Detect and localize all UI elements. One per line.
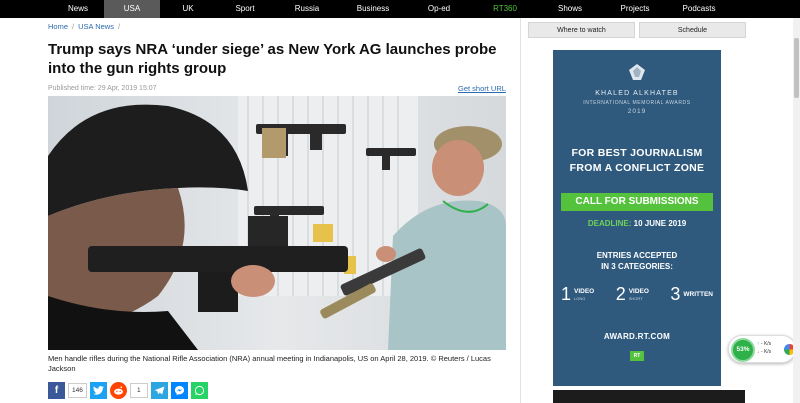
ad-headline: FOR BEST JOURNALISM FROM A CONFLICT ZONE (553, 146, 721, 176)
whatsapp-share-button[interactable] (190, 382, 208, 399)
download-rate: - K/s (760, 349, 772, 355)
telegram-icon (154, 386, 165, 395)
twitter-icon (92, 386, 104, 395)
column-divider (520, 18, 521, 403)
nav-item-op-ed[interactable]: Op-ed (406, 0, 472, 18)
ad-category-1: 1 VIDEO LONG (561, 284, 594, 305)
ad-category-1-label: VIDEO LONG (574, 288, 594, 302)
photo-caption: Men handle rifles during the National Ri… (48, 354, 491, 373)
twitter-share-button[interactable] (89, 382, 107, 399)
get-short-url-link[interactable]: Get short URL (458, 84, 506, 93)
ad-category-3-number: 3 (670, 284, 681, 304)
speed-rates: ↑ - K/s ↓ - K/s (757, 340, 771, 356)
gun-show-photo-illustration (48, 96, 506, 350)
ad-category-2-label: VIDEO SHORT (629, 288, 649, 302)
download-arrow-icon: ↓ (757, 349, 760, 355)
nav-item-sport[interactable]: Sport (216, 0, 274, 18)
messenger-share-button[interactable] (170, 382, 188, 399)
ad-headline-line-2: FROM A CONFLICT ZONE (569, 162, 705, 174)
nav-item-russia[interactable]: Russia (274, 0, 340, 18)
ad-award-name: KHALED ALKHATEB (595, 90, 679, 97)
breadcrumb-separator: / (117, 22, 121, 31)
breadcrumb-separator: / (72, 22, 75, 31)
facebook-share-button[interactable]: f (48, 382, 65, 399)
ad-website: AWARD.RT.COM (603, 332, 671, 341)
facebook-icon: f (54, 385, 59, 396)
nav-item-business[interactable]: Business (340, 0, 406, 18)
nav-item-podcasts[interactable]: Podcasts (668, 0, 730, 18)
ad-category-1-number: 1 (561, 284, 572, 304)
facebook-share-count: 146 (68, 383, 87, 398)
article-title: Trump says NRA ‘under siege’ as New York… (48, 41, 497, 77)
ad-award-year: 2019 (627, 108, 647, 115)
nav-item-news[interactable]: News (52, 0, 104, 18)
page-scrollbar[interactable] (793, 18, 800, 403)
speed-percent: 53% (731, 338, 755, 362)
ad-entries-line-1: ENTRIES ACCEPTED (596, 251, 678, 260)
upload-arrow-icon: ↑ (757, 341, 760, 347)
share-bar: f 146 1 (48, 382, 208, 399)
nav-item-usa[interactable]: USA (104, 0, 160, 18)
breadcrumb: Home / USA News / (48, 22, 120, 31)
ad-category-1-sub: LONG (574, 295, 586, 301)
ad-entries-line-2: IN 3 CATEGORIES: (601, 262, 673, 271)
ad-category-2: 2 VIDEO SHORT (616, 284, 649, 305)
ad-entries: ENTRIES ACCEPTED IN 3 CATEGORIES: (553, 250, 721, 272)
award-logo-icon (629, 64, 645, 80)
ad-award-subtitle: INTERNATIONAL MEMORIAL AWARDS (583, 100, 691, 106)
ad-deadline-label: DEADLINE: (587, 219, 632, 228)
nav-item-shows[interactable]: Shows (538, 0, 602, 18)
article-photo (48, 96, 506, 350)
published-time: Published time: 29 Apr, 2019 15:07 (48, 85, 157, 92)
ad-categories: 1 VIDEO LONG 2 VIDEO SHORT 3 WRITTEN (561, 284, 713, 305)
reddit-icon (113, 386, 123, 395)
ad-deadline: DEADLINE: 10 JUNE 2019 (553, 219, 721, 228)
network-speed-widget[interactable]: 53% ↑ - K/s ↓ - K/s (728, 335, 796, 363)
telegram-share-button[interactable] (150, 382, 168, 399)
breadcrumb-usa-news[interactable]: USA News (78, 22, 114, 31)
call-for-submissions-button[interactable]: CALL FOR SUBMISSIONS (561, 193, 713, 211)
ad-headline-line-1: FOR BEST JOURNALISM (571, 147, 703, 159)
nav-item-rt360[interactable]: RT360 (472, 0, 538, 18)
sidebar-dark-block (553, 390, 745, 403)
schedule-button[interactable]: Schedule (639, 22, 746, 38)
messenger-icon (174, 385, 184, 396)
award-advertisement[interactable]: KHALED ALKHATEB INTERNATIONAL MEMORIAL A… (553, 50, 721, 386)
reddit-share-count: 1 (129, 383, 148, 398)
top-navigation: News USA UK Sport Russia Business Op-ed … (0, 0, 800, 18)
ad-category-3-name: WRITTEN (683, 291, 713, 298)
ad-category-2-name: VIDEO (628, 287, 649, 295)
nav-item-projects[interactable]: Projects (602, 0, 668, 18)
ad-category-1-name: VIDEO (574, 287, 595, 295)
scrollbar-thumb[interactable] (794, 38, 799, 98)
where-to-watch-button[interactable]: Where to watch (528, 22, 635, 38)
rt-logo: RT (630, 351, 644, 361)
ad-category-2-number: 2 (615, 284, 626, 304)
breadcrumb-home[interactable]: Home (48, 22, 68, 31)
nav-item-uk[interactable]: UK (160, 0, 216, 18)
whatsapp-icon (194, 385, 204, 396)
reddit-share-button[interactable] (109, 382, 127, 399)
upload-rate: - K/s (760, 341, 772, 347)
ad-category-3: 3 WRITTEN (670, 284, 713, 305)
ad-deadline-date: 10 JUNE 2019 (633, 219, 687, 228)
ad-category-2-sub: SHORT (628, 295, 643, 301)
